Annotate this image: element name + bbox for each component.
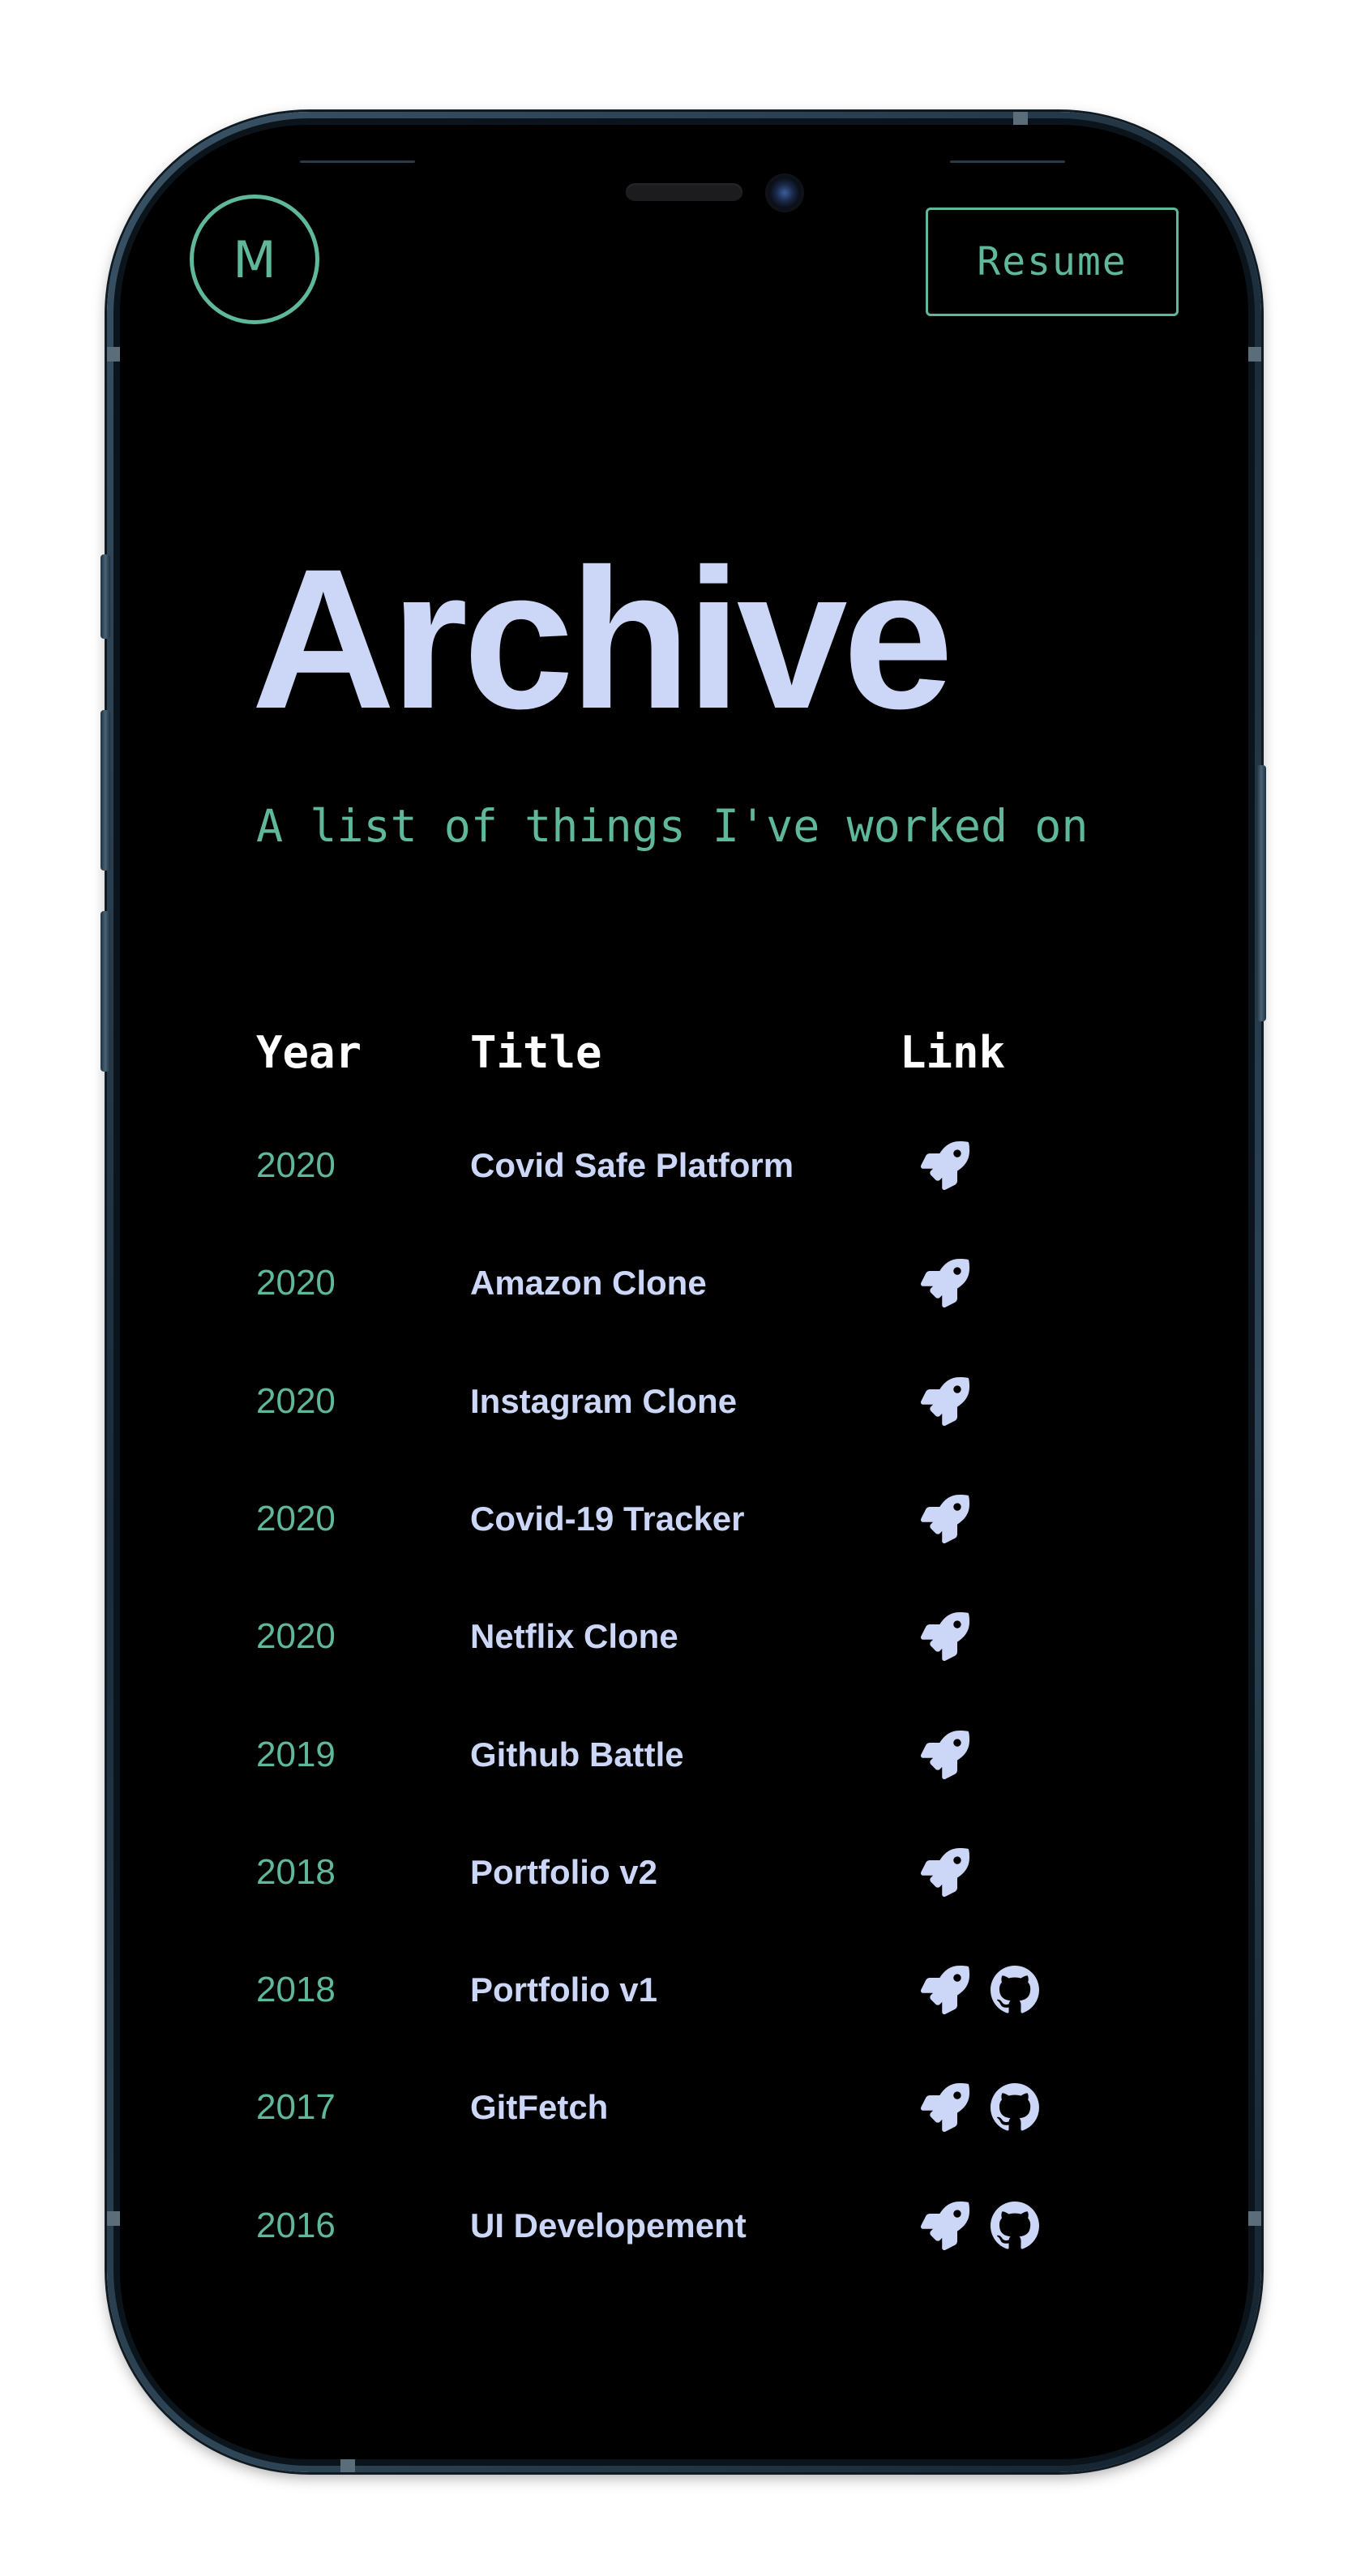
table-row: 2018 Portfolio v2 bbox=[0, 1840, 1365, 1905]
github-icon[interactable] bbox=[991, 2083, 1039, 2132]
row-title: Instagram Clone bbox=[470, 1382, 738, 1420]
status-bar-divider bbox=[950, 160, 1065, 163]
rocket-icon[interactable] bbox=[921, 1141, 969, 1190]
phone-silent-switch bbox=[101, 554, 110, 639]
row-year: 2020 bbox=[256, 1145, 336, 1185]
rocket-icon[interactable] bbox=[921, 1495, 969, 1543]
phone-antenna-band bbox=[1248, 347, 1261, 362]
table-row: 2020 Amazon Clone bbox=[0, 1251, 1365, 1316]
phone-volume-up-button bbox=[101, 710, 110, 871]
page-title: Archive bbox=[251, 528, 953, 751]
row-title: Portfolio v1 bbox=[470, 1971, 658, 2009]
table-row: 2017 GitFetch bbox=[0, 2075, 1365, 2140]
rocket-icon[interactable] bbox=[921, 1612, 969, 1661]
table-row: 2020 Instagram Clone bbox=[0, 1369, 1365, 1434]
table-row: 2020 Covid Safe Platform bbox=[0, 1133, 1365, 1198]
row-title: Netflix Clone bbox=[470, 1617, 678, 1655]
row-year: 2020 bbox=[256, 1499, 336, 1538]
row-year: 2016 bbox=[256, 2206, 336, 2245]
rocket-icon[interactable] bbox=[921, 1848, 969, 1897]
resume-button[interactable]: Resume bbox=[926, 208, 1179, 316]
earpiece-speaker bbox=[626, 183, 742, 201]
row-title: Covid-19 Tracker bbox=[470, 1500, 745, 1538]
table-row: 2019 Github Battle bbox=[0, 1722, 1365, 1787]
row-year: 2018 bbox=[256, 1852, 336, 1892]
rocket-icon[interactable] bbox=[921, 1377, 969, 1426]
rocket-icon[interactable] bbox=[921, 1259, 969, 1307]
phone-antenna-band bbox=[340, 2459, 355, 2472]
row-title: GitFetch bbox=[470, 2088, 609, 2126]
phone-antenna-band bbox=[107, 347, 120, 362]
github-icon[interactable] bbox=[991, 2202, 1039, 2250]
rocket-icon[interactable] bbox=[921, 1966, 969, 2014]
column-header-link: Link bbox=[900, 1027, 1006, 1078]
row-year: 2020 bbox=[256, 1263, 336, 1303]
row-year: 2018 bbox=[256, 1970, 336, 2009]
logo-home-link[interactable]: M bbox=[190, 195, 319, 324]
logo-letter: M bbox=[233, 229, 276, 289]
status-bar-divider bbox=[300, 160, 415, 163]
phone-antenna-band bbox=[1013, 112, 1028, 125]
table-row: 2020 Netflix Clone bbox=[0, 1604, 1365, 1669]
rocket-icon[interactable] bbox=[921, 1731, 969, 1779]
front-camera bbox=[765, 173, 804, 212]
row-year: 2019 bbox=[256, 1735, 336, 1774]
table-row: 2020 Covid-19 Tracker bbox=[0, 1487, 1365, 1551]
row-title: Amazon Clone bbox=[470, 1264, 707, 1302]
row-title: Covid Safe Platform bbox=[470, 1146, 794, 1184]
table-row: 2018 Portfolio v1 bbox=[0, 1958, 1365, 2022]
rocket-icon[interactable] bbox=[921, 2202, 969, 2250]
column-header-year: Year bbox=[256, 1027, 362, 1078]
phone-volume-down-button bbox=[101, 911, 110, 1072]
row-year: 2020 bbox=[256, 1616, 336, 1656]
row-year: 2017 bbox=[256, 2087, 336, 2127]
row-year: 2020 bbox=[256, 1381, 336, 1421]
row-title: UI Developement bbox=[470, 2206, 747, 2244]
page-subtitle: A list of things I've worked on bbox=[256, 800, 1089, 852]
row-title: Github Battle bbox=[470, 1735, 684, 1774]
table-row: 2016 UI Developement bbox=[0, 2193, 1365, 2258]
github-icon[interactable] bbox=[991, 1966, 1039, 2014]
column-header-title: Title bbox=[470, 1027, 602, 1078]
phone-power-button bbox=[1256, 765, 1266, 1021]
row-title: Portfolio v2 bbox=[470, 1853, 658, 1891]
rocket-icon[interactable] bbox=[921, 2083, 969, 2132]
